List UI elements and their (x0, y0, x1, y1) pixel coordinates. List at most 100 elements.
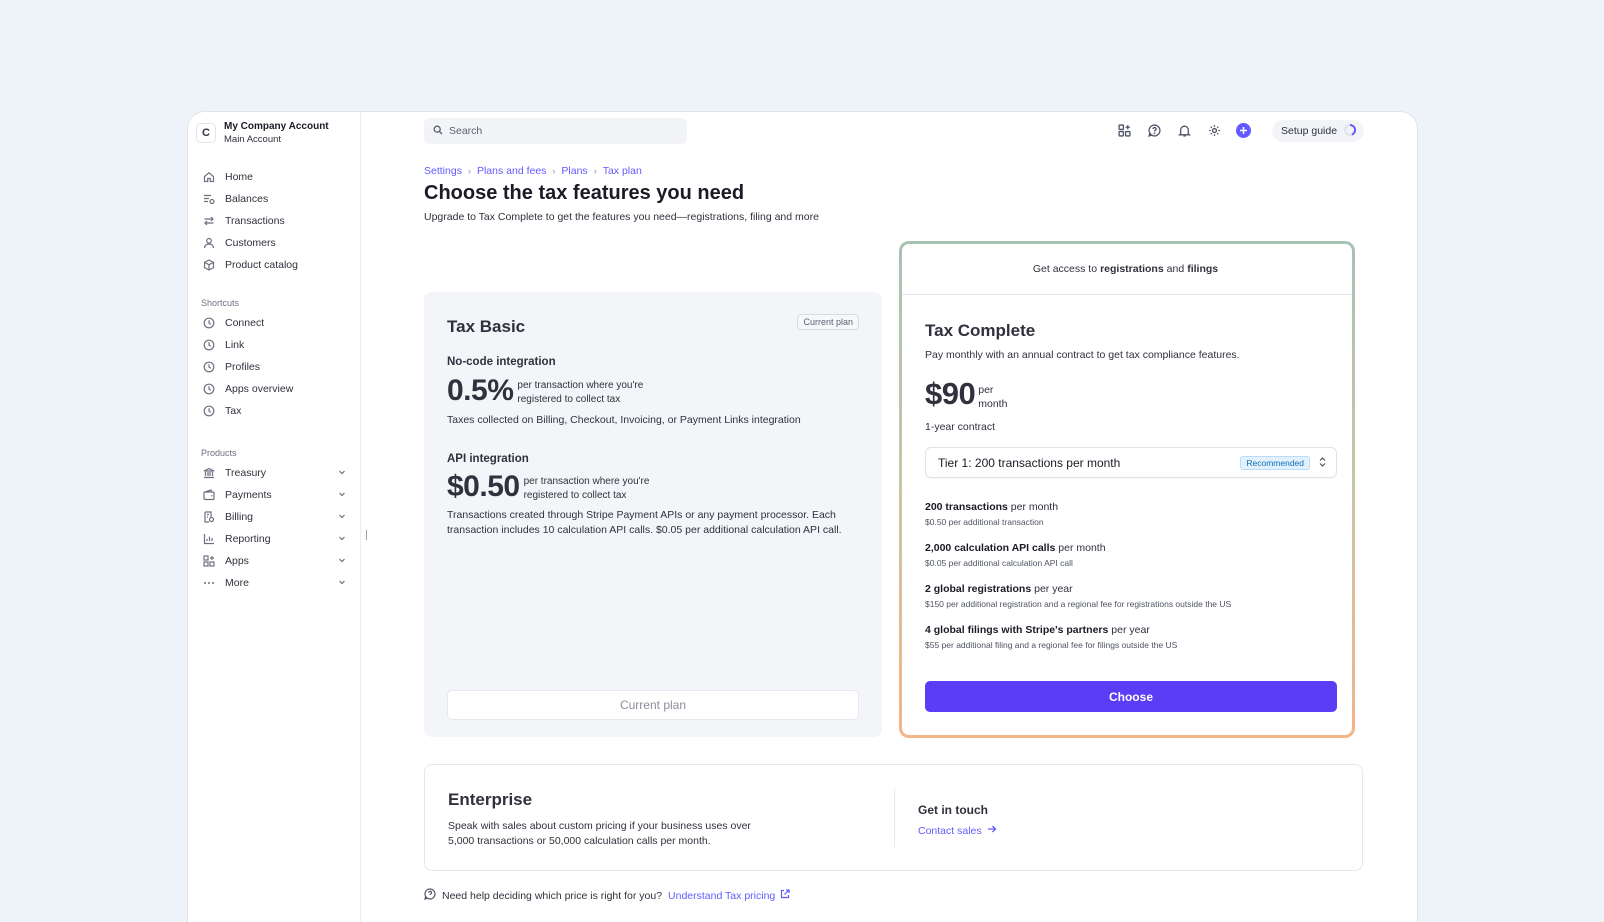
receipt-icon (202, 511, 215, 524)
gear-icon[interactable] (1206, 122, 1222, 138)
sidebar-item-customers[interactable]: Customers (202, 232, 350, 254)
include-api-calls: 2,000 calculation API calls per month $0… (925, 542, 1335, 568)
tax-basic-card: Tax Basic Current plan No-code integrati… (424, 292, 882, 737)
wallet-icon (202, 489, 215, 502)
sidebar: C My Company Account Main Account Home B… (188, 112, 361, 922)
help-icon (424, 888, 436, 903)
sidebar-item-apps[interactable]: Apps (202, 550, 350, 572)
sidebar-item-payments[interactable]: Payments (202, 484, 350, 506)
chevron-down-icon[interactable] (338, 467, 346, 479)
sidebar-item-link[interactable]: Link (202, 334, 350, 356)
clock-icon (202, 361, 215, 374)
tax-basic-title: Tax Basic (447, 317, 526, 336)
sidebar-item-product-catalog[interactable]: Product catalog (202, 254, 350, 276)
breadcrumb-plans[interactable]: Plans (561, 165, 587, 177)
tax-complete-card: Get access to registrations and filings … (899, 241, 1355, 738)
help-link-label: Understand Tax pricing (668, 889, 776, 902)
search-input[interactable] (449, 125, 669, 137)
account-sub: Main Account (224, 134, 282, 145)
tier-select[interactable]: Tier 1: 200 transactions per month Recom… (925, 447, 1337, 478)
sidebar-resize-handle[interactable] (366, 530, 367, 540)
contact-sales-link[interactable]: Contact sales (918, 824, 997, 837)
sidebar-item-apps-overview[interactable]: Apps overview (202, 378, 350, 400)
banner-text: Get access to (1032, 263, 1098, 275)
apps-grid-icon[interactable] (1116, 122, 1132, 138)
breadcrumb-tax-plan[interactable]: Tax plan (603, 165, 642, 177)
main-nav: Home Balances Transactions Customers Pro… (202, 166, 350, 276)
sidebar-item-label: Balances (225, 193, 269, 205)
clock-icon (202, 405, 215, 418)
chevron-down-icon[interactable] (338, 533, 346, 545)
breadcrumb-plans-and-fees[interactable]: Plans and fees (477, 165, 546, 177)
sidebar-item-transactions[interactable]: Transactions (202, 210, 350, 232)
sidebar-item-profiles[interactable]: Profiles (202, 356, 350, 378)
sidebar-item-reporting[interactable]: Reporting (202, 528, 350, 550)
include-bold: 4 global filings with Stripe's partners (925, 624, 1109, 636)
no-code-price: 0.5% (447, 374, 514, 407)
price-unit: per month (978, 383, 1007, 411)
banner-registrations: registrations (1100, 263, 1164, 275)
include-bold: 200 transactions (925, 501, 1008, 513)
divider (894, 789, 895, 847)
home-icon (202, 171, 215, 184)
sidebar-item-balances[interactable]: Balances (202, 188, 350, 210)
account-name: My Company Account (224, 121, 329, 132)
sidebar-item-label: Payments (225, 489, 272, 501)
account-avatar: C (196, 123, 216, 143)
understand-tax-pricing-link[interactable]: Understand Tax pricing (668, 889, 790, 902)
banner-filings: filings (1187, 263, 1219, 275)
products-heading: Products (201, 448, 237, 458)
shortcuts-heading: Shortcuts (201, 298, 240, 308)
include-period: per month (1007, 501, 1059, 513)
no-code-price-row: 0.5% per transaction where you're regist… (447, 374, 657, 408)
bell-icon[interactable] (1176, 122, 1192, 138)
sidebar-item-billing[interactable]: Billing (202, 506, 350, 528)
chevron-down-icon[interactable] (338, 489, 346, 501)
sidebar-item-label: Transactions (225, 215, 285, 227)
sidebar-item-treasury[interactable]: Treasury (202, 462, 350, 484)
price-unit-month: month (978, 398, 1008, 410)
enterprise-card: Enterprise Speak with sales about custom… (424, 764, 1363, 871)
top-toolbar (1116, 122, 1251, 138)
help-footer: Need help deciding which price is right … (424, 888, 790, 903)
price-unit-per: per (978, 384, 994, 396)
banner-and: and (1166, 263, 1185, 275)
api-description: Transactions created through Stripe Paym… (447, 509, 842, 536)
page-subtitle: Upgrade to Tax Complete to get the featu… (424, 211, 819, 223)
setup-guide-button[interactable]: Setup guide (1272, 120, 1365, 142)
chevron-right-icon: › (552, 166, 556, 176)
no-code-heading: No-code integration (447, 356, 556, 368)
bar-chart-icon (202, 533, 215, 546)
sidebar-item-label: Apps overview (225, 383, 294, 395)
help-icon[interactable] (1146, 122, 1162, 138)
current-plan-button: Current plan (447, 690, 859, 720)
sidebar-item-more[interactable]: More (202, 572, 350, 594)
sidebar-item-home[interactable]: Home (202, 166, 350, 188)
get-in-touch-heading: Get in touch (918, 803, 988, 817)
sidebar-item-label: Product catalog (225, 259, 298, 271)
chevron-down-icon[interactable] (338, 577, 346, 589)
clock-icon (202, 383, 215, 396)
account-switcher[interactable]: C My Company Account Main Account (196, 120, 329, 146)
contract-term: 1-year contract (925, 421, 996, 433)
sidebar-item-connect[interactable]: Connect (202, 312, 350, 334)
chevron-down-icon[interactable] (338, 555, 346, 567)
include-period: per month (1055, 542, 1106, 554)
api-price: $0.50 (447, 470, 520, 503)
chevron-right-icon: › (593, 166, 597, 176)
sidebar-item-tax[interactable]: Tax (202, 400, 350, 422)
tax-complete-price-row: $90 per month (925, 377, 1007, 411)
help-text: Need help deciding which price is right … (442, 889, 663, 902)
include-bold: 2 global registrations (925, 583, 1032, 595)
sidebar-item-label: Customers (225, 237, 276, 249)
sidebar-item-label: Connect (225, 317, 265, 329)
search-bar[interactable] (424, 118, 687, 144)
choose-button[interactable]: Choose (925, 681, 1337, 712)
include-sub: $55 per additional filing and a regional… (925, 640, 1178, 650)
create-plus-icon[interactable] (1236, 122, 1251, 138)
products-nav: Products Treasury Payments Billing Repor… (201, 444, 350, 594)
shortcuts-nav: Shortcuts Connect Link Profiles Apps ove… (201, 294, 350, 422)
breadcrumb-settings[interactable]: Settings (424, 165, 462, 177)
contact-sales-label: Contact sales (918, 824, 982, 837)
chevron-down-icon[interactable] (338, 511, 346, 523)
